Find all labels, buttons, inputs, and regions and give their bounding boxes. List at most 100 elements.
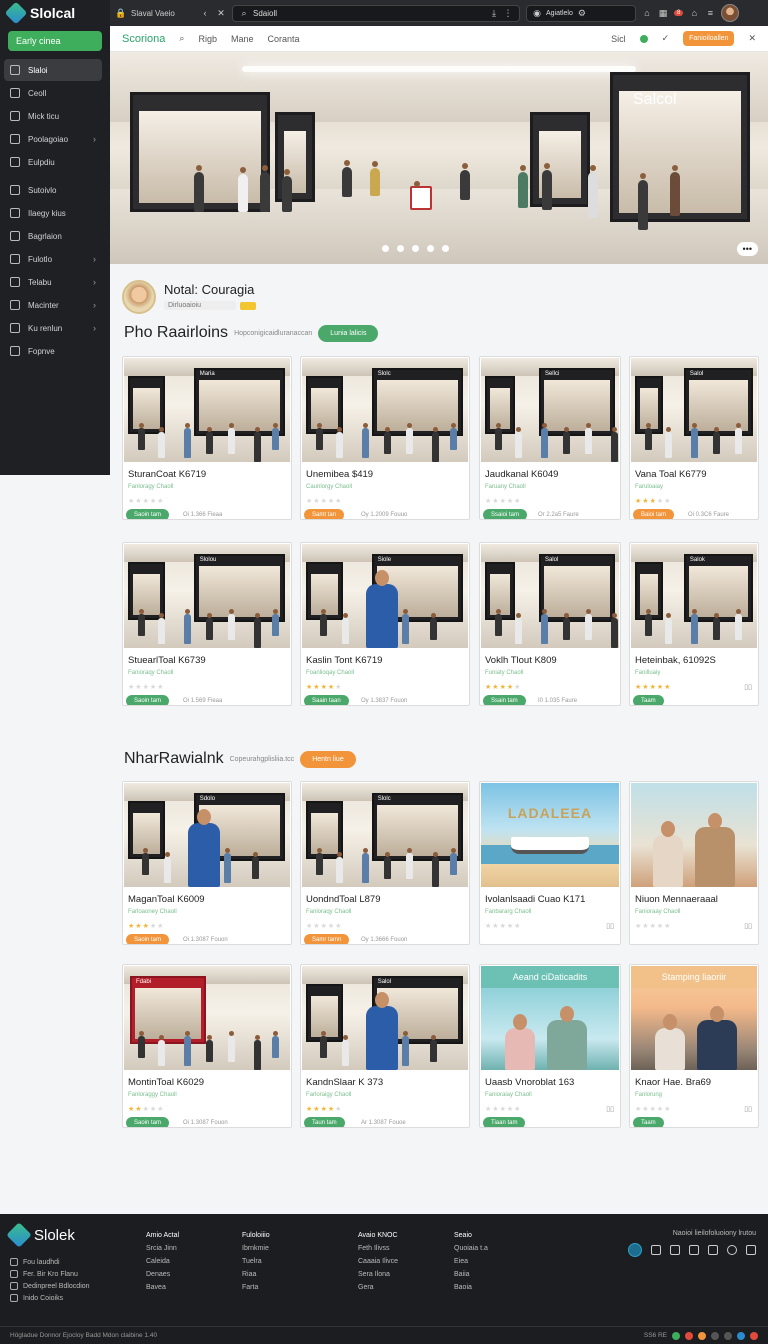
- early-cta-button[interactable]: Early cinea: [8, 31, 102, 51]
- product-card[interactable]: Salol Vana Toal K6779 Faruloaiay ★★★★★ Baioi…: [629, 356, 759, 520]
- product-card[interactable]: Maria SturanCoat K6719 Fanloragy Chaoll ★★★…: [122, 356, 292, 520]
- phone-icon[interactable]: [651, 1245, 661, 1255]
- chart-icon[interactable]: [689, 1245, 699, 1255]
- notification-badge[interactable]: 8: [674, 10, 684, 16]
- footer-left-link[interactable]: Dedinpreel Bdlocdion: [10, 1282, 90, 1290]
- nav-link-2[interactable]: Mane: [231, 34, 254, 44]
- product-card[interactable]: LADALEEA Ivolanlsaadi Cuao K171 Fanbararg …: [479, 781, 621, 945]
- x-icon[interactable]: [708, 1245, 718, 1255]
- home-icon[interactable]: ⌂: [689, 8, 699, 18]
- card-action-button[interactable]: Saoin tam: [126, 1117, 170, 1127]
- sidebar-item-10[interactable]: Macinter ›: [0, 294, 102, 316]
- footer-column-link[interactable]: Feth Ilivss: [358, 1245, 398, 1252]
- nav-search-icon[interactable]: ⌕: [179, 33, 184, 44]
- sidebar-item-8[interactable]: Fulotlo ›: [0, 248, 102, 270]
- alert-icon[interactable]: [750, 1331, 758, 1340]
- home-footer-icon[interactable]: [724, 1331, 732, 1340]
- footer-column-link[interactable]: Farta: [242, 1284, 270, 1291]
- footer-column-link[interactable]: Denaes: [146, 1271, 179, 1278]
- carousel-dot[interactable]: [427, 245, 434, 252]
- nav-link-1[interactable]: Rigb: [198, 34, 217, 44]
- footer-column-link[interactable]: Quoiaia t.a: [454, 1245, 488, 1252]
- gear-icon[interactable]: [711, 1331, 719, 1340]
- arrow-icon[interactable]: [746, 1245, 756, 1255]
- card-action-button[interactable]: Taun tam: [304, 1117, 345, 1127]
- back-chevron-icon[interactable]: ‹: [200, 8, 210, 18]
- product-card[interactable]: Salok Heteinbak, 61092S Fanilluaiy ★★★★★ ▯▯ T…: [629, 542, 759, 706]
- sidebar-item-11[interactable]: Ku renlun ›: [0, 317, 102, 339]
- product-card[interactable]: Slolou StuearlToal K6739 Fanioraqy Chaoll ★…: [122, 542, 292, 706]
- calendar-icon[interactable]: ▦: [658, 8, 668, 18]
- hero-carousel[interactable]: Salcol •••: [110, 52, 768, 264]
- product-card[interactable]: Slolc UondndToal L879 Fanloraqy Chaoll ★★★★…: [300, 781, 470, 945]
- sidebar-item-2[interactable]: Mick ticu: [0, 105, 102, 127]
- footer-column-link[interactable]: Caleida: [146, 1258, 179, 1265]
- product-card[interactable]: Fdabi MontinToal K6029 Fanloraggy Chaoll ★★…: [122, 964, 292, 1128]
- close-icon[interactable]: ✕: [216, 8, 226, 18]
- sidebar-item-3[interactable]: Poolagoiao ›: [0, 128, 102, 150]
- footer-left-link[interactable]: Fou laudhdi: [10, 1258, 90, 1266]
- sidebar-item-9[interactable]: Telabu ›: [0, 271, 102, 293]
- product-card[interactable]: Niuon Mennaeraaal Fanioraay Chaoll ★★★★★ ▯▯: [629, 781, 759, 945]
- menu-icon[interactable]: ⋮: [503, 8, 513, 18]
- sort-icon[interactable]: ≡: [705, 8, 715, 18]
- footer-column-link[interactable]: Riaa: [242, 1271, 270, 1278]
- home-icon[interactable]: [670, 1245, 680, 1255]
- product-card[interactable]: Sellci Jaudkanal K6049 Faruany Chaoll ★★★★★…: [479, 356, 621, 520]
- footer-column-link[interactable]: Sera Ilona: [358, 1271, 398, 1278]
- footer-column-link[interactable]: Ibrnkmie: [242, 1245, 270, 1252]
- footer-left-link[interactable]: Fer. Bir Kro Flanu: [10, 1270, 90, 1278]
- profile-avatar[interactable]: [122, 280, 156, 314]
- card-action-button[interactable]: Saoin tam: [126, 695, 170, 705]
- green-status-icon[interactable]: [672, 1331, 680, 1340]
- carousel-dot[interactable]: [412, 245, 419, 252]
- carousel-dot[interactable]: [397, 245, 404, 252]
- card-action-button[interactable]: Saoin tam: [126, 509, 170, 519]
- nav-brand[interactable]: Scoriona: [122, 33, 165, 45]
- card-action-button[interactable]: Saoin tam: [126, 934, 170, 944]
- card-action-button[interactable]: Samr tamn: [304, 934, 350, 944]
- compare-icon[interactable]: ▯▯: [606, 922, 614, 930]
- nav-cta-button[interactable]: Fanioiloallen: [683, 31, 735, 46]
- nav-right-text[interactable]: Sicl: [611, 34, 626, 44]
- hero-more-button[interactable]: •••: [736, 242, 758, 256]
- nav-link-3[interactable]: Coranta: [268, 34, 300, 44]
- footer-column-link[interactable]: Caaaia Ilivce: [358, 1258, 398, 1265]
- browser-tab[interactable]: 🔒 Slaval Vaeio: [115, 8, 194, 18]
- footer-column-link[interactable]: Baiia: [454, 1271, 488, 1278]
- carousel-dot[interactable]: [382, 245, 389, 252]
- product-card[interactable]: Salol KandnSlaar K 373 Farloraigy Chaoll ★★…: [300, 964, 470, 1128]
- product-card[interactable]: Sdolo MaganToal K6009 Farloaoney Chaoll ★★★…: [122, 781, 292, 945]
- circle-icon[interactable]: [727, 1245, 737, 1255]
- blue-status-icon[interactable]: [737, 1331, 745, 1340]
- card-action-button[interactable]: Taam: [633, 1117, 664, 1127]
- product-card[interactable]: Salol Voklh Tlout K809 Funiaty Chaoll ★★★★★…: [479, 542, 621, 706]
- sidebar-item-4[interactable]: Eulpdiu: [0, 151, 102, 173]
- sidebar-item-7[interactable]: Bagrlaion: [0, 225, 102, 247]
- sidebar-item-5[interactable]: Sutoivlo: [0, 179, 102, 201]
- product-card[interactable]: Siole Kaslin Tont K6719 Foanlioqay Chaoll ★…: [300, 542, 470, 706]
- compare-icon[interactable]: ▯▯: [744, 683, 752, 691]
- card-action-button[interactable]: Samt tan: [304, 509, 345, 519]
- carousel-dot[interactable]: [442, 245, 449, 252]
- card-action-button[interactable]: Tiaan tam: [483, 1117, 526, 1127]
- footer-column-link[interactable]: Gera: [358, 1284, 398, 1291]
- account-switcher[interactable]: ◉ Agiatlelo ⚙: [526, 4, 636, 22]
- compare-icon[interactable]: ▯▯: [744, 1105, 752, 1113]
- compare-icon[interactable]: ▯▯: [606, 1105, 614, 1113]
- product-card[interactable]: Stamping liaoriir Knaor Hae. Bra69 Fanloru…: [629, 964, 759, 1128]
- footer-column-link[interactable]: Srcia Jinn: [146, 1245, 179, 1252]
- footer-column-link[interactable]: Baoia: [454, 1284, 488, 1291]
- footer-column-link[interactable]: Tuelra: [242, 1258, 270, 1265]
- sidebar-item-1[interactable]: Ceoll: [0, 82, 102, 104]
- card-action-button[interactable]: Ssain tam: [483, 695, 526, 705]
- sidebar-item-12[interactable]: Fopnve: [0, 340, 102, 362]
- product-card[interactable]: Slolc Unemibea $419 Caunlorgy Chaoll ★★★★★ S…: [300, 356, 470, 520]
- card-action-button[interactable]: Ssaioi tam: [483, 509, 528, 519]
- footer-left-link[interactable]: Inido Coioiks: [10, 1294, 90, 1302]
- compare-icon[interactable]: ▯▯: [744, 922, 752, 930]
- card-action-button[interactable]: Saain taan: [304, 695, 349, 705]
- footer-column-link[interactable]: Eiea: [454, 1258, 488, 1265]
- sidebar-item-6[interactable]: Ilaegy kius: [0, 202, 102, 224]
- bag-icon[interactable]: ⌂: [642, 8, 652, 18]
